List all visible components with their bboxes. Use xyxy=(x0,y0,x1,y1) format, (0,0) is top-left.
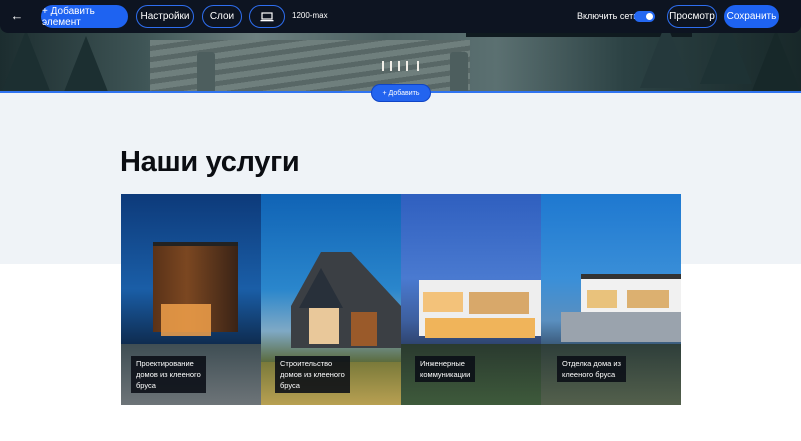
save-button[interactable]: Сохранить xyxy=(724,5,779,28)
window-light xyxy=(627,290,669,308)
grid-toggle[interactable] xyxy=(634,11,655,22)
add-element-label: + Добавить элемент xyxy=(42,5,95,28)
preview-button[interactable]: Просмотр xyxy=(667,5,717,28)
light xyxy=(390,61,392,71)
add-block-label: + Добавить xyxy=(382,89,420,97)
light xyxy=(382,61,384,71)
service-card-finishing[interactable]: Отделка дома из клееного бруса xyxy=(541,194,681,405)
section-title: Наши услуги xyxy=(120,146,300,178)
card-caption: Отделка дома из клееного бруса xyxy=(557,356,626,382)
card-caption: Инженерные коммуникации xyxy=(415,356,476,382)
layers-button[interactable]: Слои xyxy=(202,5,242,28)
device-button[interactable] xyxy=(249,5,285,28)
light xyxy=(417,61,419,71)
grid-toggle-label: Включить сетку xyxy=(577,11,642,21)
post xyxy=(450,52,468,93)
house-shape xyxy=(291,252,401,348)
window-light xyxy=(423,292,463,312)
light xyxy=(398,61,400,71)
light xyxy=(406,61,408,71)
service-card-design[interactable]: Проектирование домов из клееного бруса xyxy=(121,194,261,405)
settings-label: Настройки xyxy=(140,11,190,22)
laptop-icon xyxy=(260,11,274,21)
window-light xyxy=(469,292,529,314)
tree-shape xyxy=(60,36,112,93)
editor-toolbar: ← + Добавить элемент Настройки Слои 1200… xyxy=(0,0,801,33)
service-card-engineering[interactable]: Инженерные коммуникации xyxy=(401,194,541,405)
editor-page: ← + Добавить элемент Настройки Слои 1200… xyxy=(0,0,801,441)
add-element-button[interactable]: + Добавить элемент xyxy=(41,5,128,28)
post xyxy=(197,52,215,93)
resolution-label: 1200-max xyxy=(292,11,328,20)
add-block-button[interactable]: + Добавить xyxy=(371,84,431,102)
window-light xyxy=(587,290,617,308)
card-caption: Проектирование домов из клееного бруса xyxy=(131,356,206,393)
service-card-construction[interactable]: Строительство домов из клееного бруса xyxy=(261,194,401,405)
settings-button[interactable]: Настройки xyxy=(136,5,194,28)
toggle-knob xyxy=(646,13,653,20)
window-light xyxy=(425,318,535,338)
card-caption: Строительство домов из клееного бруса xyxy=(275,356,350,393)
arrow-left-icon[interactable]: ← xyxy=(7,6,27,26)
window-light xyxy=(161,304,211,336)
layers-label: Слои xyxy=(209,11,235,22)
house-shape xyxy=(561,312,681,342)
tree-shape xyxy=(0,30,52,93)
preview-label: Просмотр xyxy=(669,11,715,22)
tree-shape xyxy=(750,30,801,93)
save-label: Сохранить xyxy=(726,11,777,22)
